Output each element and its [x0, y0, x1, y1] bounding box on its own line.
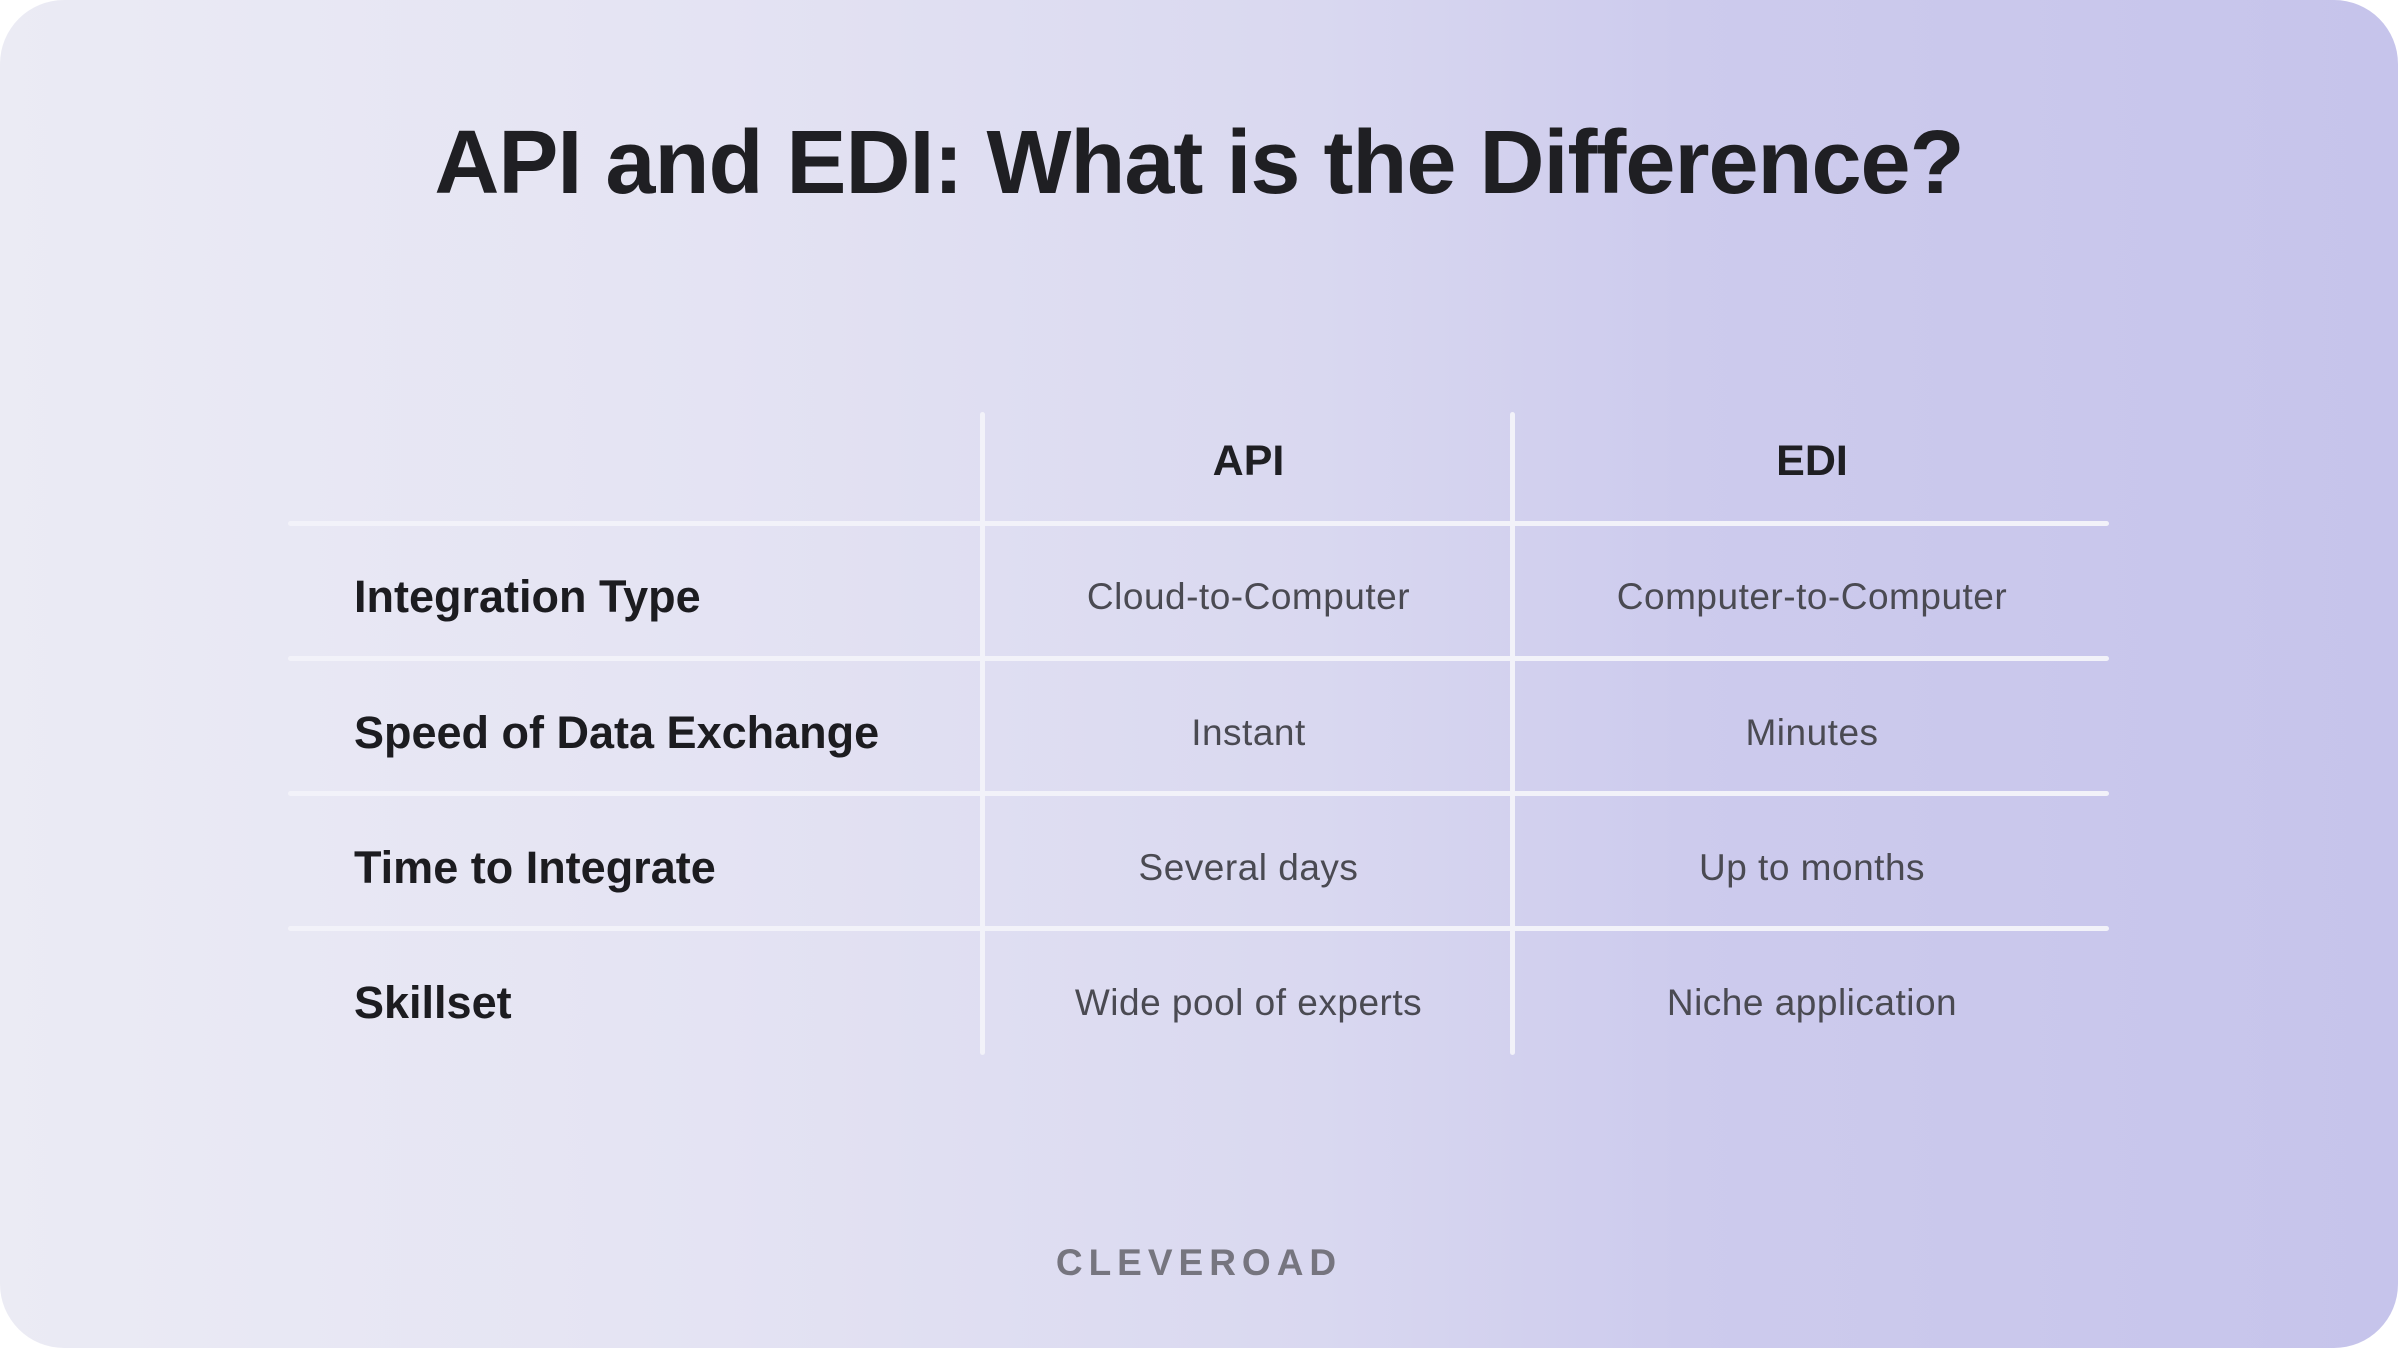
api-value: Wide pool of experts	[1074, 982, 1423, 1023]
column-header-api: API	[1212, 437, 1285, 485]
edi-value: Minutes	[1745, 712, 1879, 753]
row-divider-1	[288, 656, 2109, 661]
row-divider-header	[288, 521, 2109, 526]
row-label: Integration Type	[354, 571, 701, 622]
row-divider-3	[288, 926, 2109, 931]
page-title: API and EDI: What is the Difference?	[434, 113, 1964, 213]
column-header-edi: EDI	[1776, 437, 1848, 485]
row-label: Speed of Data Exchange	[354, 707, 880, 758]
api-value: Cloud-to-Computer	[1086, 576, 1411, 617]
infographic-card: API and EDI: What is the Difference? API…	[0, 0, 2398, 1348]
row-label: Time to Integrate	[354, 842, 716, 893]
api-value: Several days	[1138, 847, 1359, 888]
row-label: Skillset	[354, 977, 512, 1028]
edi-value: Up to months	[1698, 847, 1926, 888]
row-divider-2	[288, 791, 2109, 796]
api-value: Instant	[1191, 712, 1306, 753]
edi-value: Computer-to-Computer	[1616, 576, 2008, 617]
edi-value: Niche application	[1666, 982, 1958, 1023]
brand-logo: CLEVEROAD	[1055, 1242, 1343, 1283]
